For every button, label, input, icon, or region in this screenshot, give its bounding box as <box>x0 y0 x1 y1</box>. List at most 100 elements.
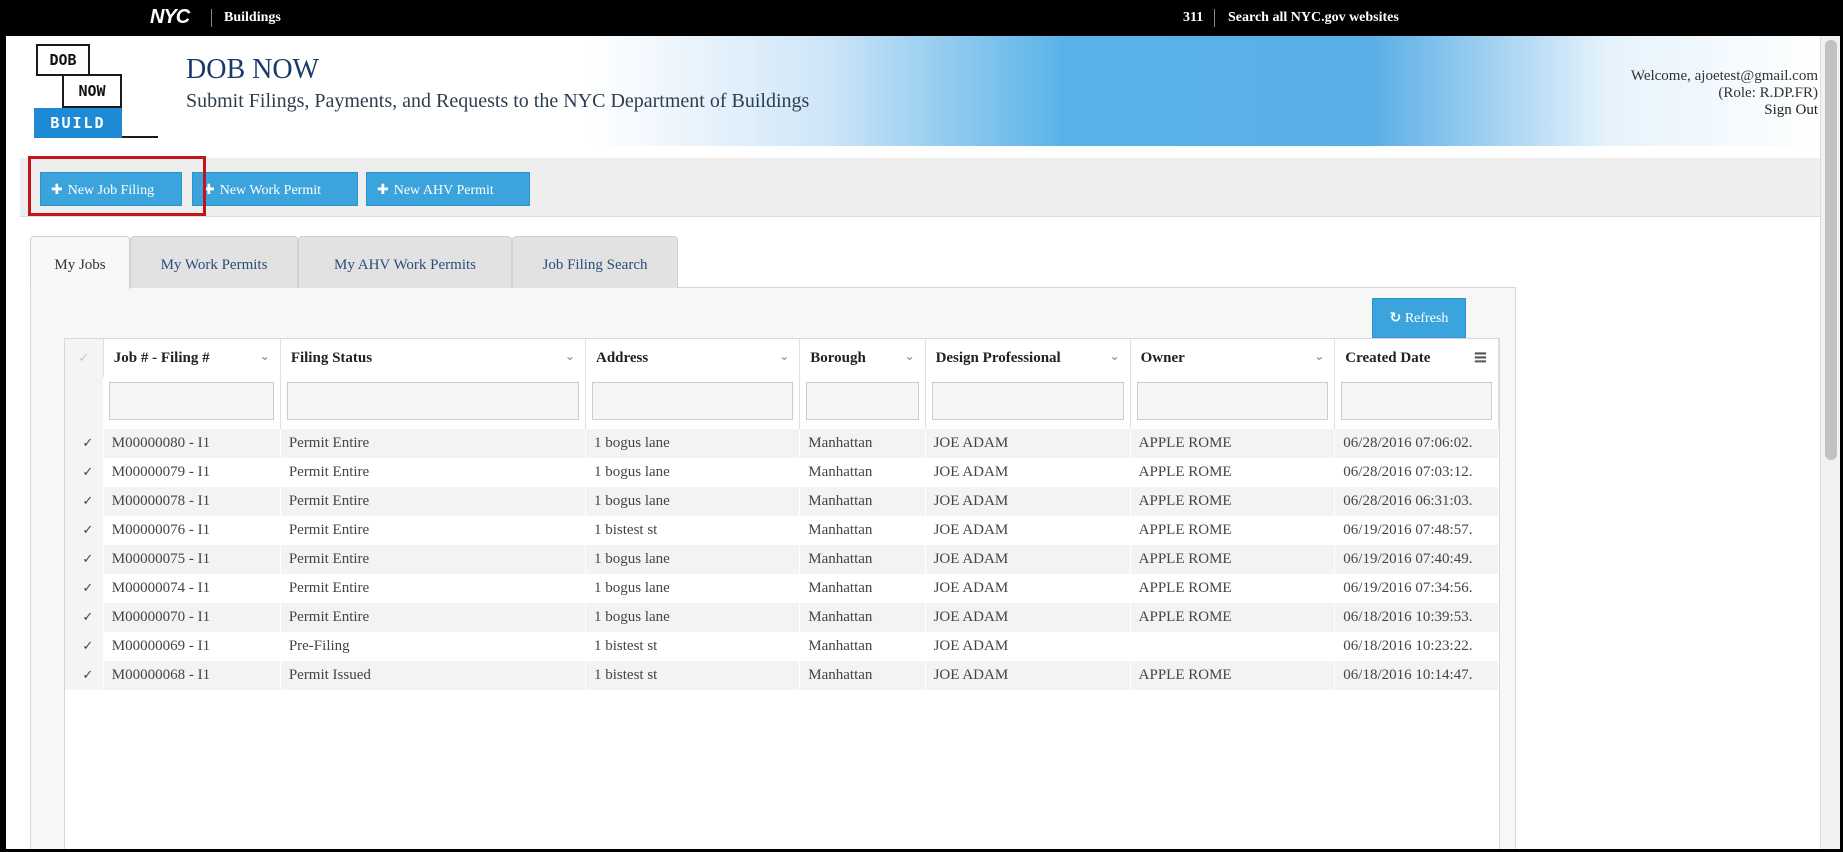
table-row[interactable]: ✓ M00000074 - I1 Permit Entire 1 bogus lane… <box>65 574 1499 603</box>
row-check-icon[interactable]: ✓ <box>65 661 104 690</box>
cell-job-filing[interactable]: M00000075 - I1 <box>103 545 281 574</box>
cell-address: 1 bogus lane <box>585 574 800 603</box>
cell-job-filing[interactable]: M00000070 - I1 <box>103 603 281 632</box>
select-all-check-icon[interactable]: ✓ <box>65 339 104 377</box>
filter-cell <box>799 377 926 429</box>
table-row[interactable]: ✓ M00000079 - I1 Permit Entire 1 bogus lane… <box>65 458 1499 487</box>
col-header-job-filing[interactable]: Job # - Filing # ⌄ <box>103 339 281 377</box>
filter-borough-input[interactable] <box>806 382 919 420</box>
row-check-icon[interactable]: ✓ <box>65 458 104 487</box>
col-label: Owner <box>1140 349 1185 366</box>
cell-design-professional: JOE ADAM <box>925 632 1131 661</box>
refresh-label: Refresh <box>1404 311 1449 326</box>
filter-cell <box>1334 377 1499 429</box>
nyc-logo[interactable]: NYC <box>150 6 190 29</box>
filter-address-input[interactable] <box>591 382 794 420</box>
cell-design-professional: JOE ADAM <box>925 458 1131 487</box>
chevron-down-icon[interactable]: ⌄ <box>1314 349 1324 363</box>
filter-design-professional-input[interactable] <box>931 382 1124 420</box>
cell-job-filing[interactable]: M00000076 - I1 <box>103 516 281 545</box>
search-nyc-link[interactable]: Search all NYC.gov websites <box>1228 10 1399 26</box>
row-check-icon[interactable]: ✓ <box>65 487 104 516</box>
row-check-icon[interactable]: ✓ <box>65 574 104 603</box>
cell-job-filing[interactable]: M00000069 - I1 <box>103 632 281 661</box>
filter-row <box>65 377 1499 429</box>
sign-out-link[interactable]: Sign Out <box>1764 102 1818 118</box>
filter-created-date-input[interactable] <box>1341 382 1492 420</box>
col-header-filing-status[interactable]: Filing Status ⌄ <box>280 339 586 377</box>
table-row[interactable]: ✓ M00000076 - I1 Permit Entire 1 bistest st… <box>65 516 1499 545</box>
jobs-table: ✓ Job # - Filing # ⌄ Filing Status ⌄ Addre… <box>65 339 1499 690</box>
row-check-icon[interactable]: ✓ <box>65 429 104 458</box>
col-header-address[interactable]: Address ⌄ <box>585 339 801 377</box>
buildings-link[interactable]: Buildings <box>224 10 281 26</box>
scrollbar-thumb[interactable] <box>1825 40 1837 460</box>
col-header-design-professional[interactable]: Design Professional ⌄ <box>925 339 1131 377</box>
app-frame: NYC Buildings 311 Search all NYC.gov web… <box>6 0 1826 852</box>
nyc-top-bar: NYC Buildings 311 Search all NYC.gov web… <box>6 0 1826 36</box>
hamburger-menu-icon[interactable]: ≡ <box>1473 347 1488 368</box>
cell-borough: Manhattan <box>799 632 926 661</box>
dob-now-build-logo[interactable]: DOB NOW BUILD <box>24 44 158 142</box>
tab-my-ahv-work-permits[interactable]: My AHV Work Permits <box>298 236 512 288</box>
col-header-owner[interactable]: Owner ⌄ <box>1130 339 1336 377</box>
cell-design-professional: JOE ADAM <box>925 487 1131 516</box>
cell-borough: Manhattan <box>799 603 926 632</box>
jobs-grid: ✓ Job # - Filing # ⌄ Filing Status ⌄ Addre… <box>64 338 1500 852</box>
col-label: Design Professional <box>935 349 1061 366</box>
chevron-down-icon[interactable]: ⌄ <box>1110 349 1120 363</box>
tab-job-filing-search[interactable]: Job Filing Search <box>512 236 678 288</box>
welcome-text: Welcome, ajoetest@gmail.com <box>1630 68 1818 84</box>
chevron-down-icon[interactable]: ⌄ <box>565 349 575 363</box>
table-row[interactable]: ✓ M00000080 - I1 Permit Entire 1 bogus lane… <box>65 429 1499 458</box>
logo-line-dob: DOB <box>36 44 90 76</box>
cell-job-filing[interactable]: M00000080 - I1 <box>103 429 281 458</box>
new-work-permit-button[interactable]: ✚ New Work Permit <box>192 172 358 206</box>
table-row[interactable]: ✓ M00000070 - I1 Permit Entire 1 bogus lane… <box>65 603 1499 632</box>
row-check-icon[interactable]: ✓ <box>65 516 104 545</box>
cell-owner <box>1130 632 1335 661</box>
cell-job-filing[interactable]: M00000068 - I1 <box>103 661 281 690</box>
table-row[interactable]: ✓ M00000068 - I1 Permit Issued 1 bistest st… <box>65 661 1499 690</box>
col-header-borough[interactable]: Borough ⌄ <box>799 339 926 377</box>
link-311[interactable]: 311 <box>1183 10 1203 26</box>
refresh-button[interactable]: ↻ Refresh <box>1372 298 1466 338</box>
tab-my-work-permits[interactable]: My Work Permits <box>130 236 298 288</box>
filter-cell <box>1130 377 1336 429</box>
cell-design-professional: JOE ADAM <box>925 661 1131 690</box>
tab-my-jobs[interactable]: My Jobs <box>30 236 130 289</box>
table-row[interactable]: ✓ M00000069 - I1 Pre-Filing 1 bistest st Man… <box>65 632 1499 661</box>
cell-design-professional: JOE ADAM <box>925 574 1131 603</box>
cell-borough: Manhattan <box>799 429 926 458</box>
cell-owner: APPLE ROME <box>1130 603 1335 632</box>
chevron-down-icon[interactable]: ⌄ <box>260 349 270 363</box>
row-check-icon[interactable]: ✓ <box>65 603 104 632</box>
new-ahv-permit-button[interactable]: ✚ New AHV Permit <box>366 172 530 206</box>
cell-address: 1 bistest st <box>585 661 800 690</box>
table-row[interactable]: ✓ M00000075 - I1 Permit Entire 1 bogus lane… <box>65 545 1499 574</box>
logo-line-now: NOW <box>62 74 122 108</box>
filter-owner-input[interactable] <box>1136 382 1329 420</box>
cell-job-filing[interactable]: M00000079 - I1 <box>103 458 281 487</box>
highlight-box <box>28 156 206 216</box>
chevron-down-icon[interactable]: ⌄ <box>905 349 915 363</box>
col-header-created-date[interactable]: Created Date ≡ <box>1334 339 1499 377</box>
page-scrollbar[interactable] <box>1820 36 1841 849</box>
cell-owner: APPLE ROME <box>1130 661 1335 690</box>
row-check-icon[interactable]: ✓ <box>65 545 104 574</box>
filter-filing-status-input[interactable] <box>286 382 579 420</box>
row-check-icon[interactable]: ✓ <box>65 632 104 661</box>
cell-address: 1 bogus lane <box>585 458 800 487</box>
cell-job-filing[interactable]: M00000074 - I1 <box>103 574 281 603</box>
cell-filing-status: Permit Entire <box>280 487 586 516</box>
cell-job-filing[interactable]: M00000078 - I1 <box>103 487 281 516</box>
table-row[interactable]: ✓ M00000078 - I1 Permit Entire 1 bogus lane… <box>65 487 1499 516</box>
filter-cell <box>103 377 281 429</box>
filter-job-filing-input[interactable] <box>109 382 274 420</box>
new-work-permit-label: New Work Permit <box>219 183 322 198</box>
chevron-down-icon[interactable]: ⌄ <box>779 349 789 363</box>
logo-underline <box>122 136 158 138</box>
logo-line-build: BUILD <box>34 108 122 138</box>
filter-spacer <box>65 377 104 429</box>
cell-created-date: 06/28/2016 06:31:03. <box>1334 487 1499 516</box>
